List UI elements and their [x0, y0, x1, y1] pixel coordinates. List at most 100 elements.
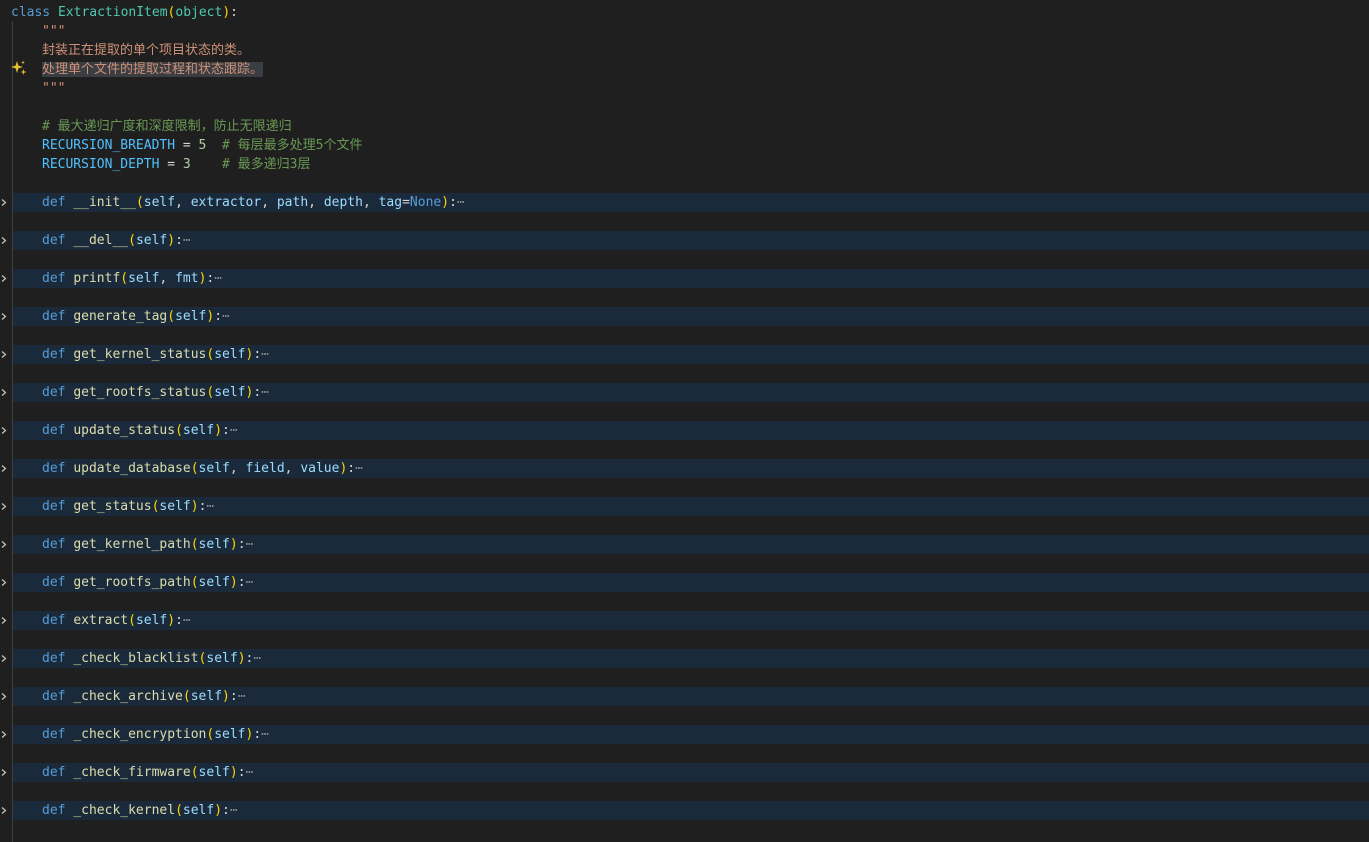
folded-method-line[interactable]: def __init__(self, extractor, path, dept…: [0, 193, 1369, 212]
folded-method-line[interactable]: def update_database(self, field, value):…: [0, 459, 1369, 478]
comma: ,: [284, 461, 301, 476]
folded-method-line[interactable]: def generate_tag(self):⋯: [0, 307, 1369, 326]
parameter: self: [128, 271, 160, 286]
folded-method-line[interactable]: def update_status(self):⋯: [0, 421, 1369, 440]
method-name: _check_archive: [73, 689, 183, 704]
colon: :: [237, 537, 246, 552]
code-line-docstring-1[interactable]: 封装正在提取的单个项目状态的类。: [0, 41, 1369, 60]
chevron-right-icon[interactable]: [0, 459, 8, 478]
method-signature: def __del__(self):⋯: [11, 231, 191, 250]
docstring-line-2: 处理单个文件的提取过程和状态跟踪。: [42, 62, 264, 77]
parameter: self: [159, 499, 191, 514]
fold-ellipsis[interactable]: ⋯: [246, 537, 254, 552]
fold-ellipsis[interactable]: ⋯: [230, 423, 238, 438]
code-line-docstring-close[interactable]: """: [0, 79, 1369, 98]
folded-method-line[interactable]: def _check_firmware(self):⋯: [0, 763, 1369, 782]
comma: ,: [308, 195, 324, 210]
fold-ellipsis[interactable]: ⋯: [246, 575, 254, 590]
method-signature: def printf(self, fmt):⋯: [11, 269, 222, 288]
parameter: extractor: [190, 195, 262, 210]
chevron-right-icon[interactable]: [0, 535, 8, 554]
chevron-right-icon[interactable]: [0, 231, 8, 250]
parameter: self: [214, 727, 246, 742]
code-line-docstring-open[interactable]: """: [0, 22, 1369, 41]
method-name: __del__: [73, 233, 129, 248]
close-paren: ): [222, 689, 230, 704]
open-paren: (: [182, 689, 191, 704]
folded-method-line[interactable]: def _check_blacklist(self):⋯: [0, 649, 1369, 668]
def-keyword: def: [42, 233, 66, 248]
code-line-constant-breadth[interactable]: RECURSION_BREADTH = 5 # 每层最多处理5个文件: [0, 136, 1369, 155]
chevron-right-icon[interactable]: [0, 269, 8, 288]
chevron-right-icon[interactable]: [0, 611, 8, 630]
open-paren: (: [175, 803, 183, 818]
chevron-right-icon[interactable]: [0, 763, 8, 782]
fold-ellipsis[interactable]: ⋯: [261, 347, 269, 362]
fold-ellipsis[interactable]: ⋯: [214, 271, 222, 286]
method-name: update_database: [73, 461, 191, 476]
code-line-constant-depth[interactable]: RECURSION_DEPTH = 3 # 最多递归3层: [0, 155, 1369, 174]
method-name: get_kernel_path: [73, 537, 191, 552]
parameter: depth: [323, 195, 363, 210]
folded-method-line[interactable]: def get_kernel_path(self):⋯: [0, 535, 1369, 554]
folded-method-line[interactable]: def get_status(self):⋯: [0, 497, 1369, 516]
method-name: update_status: [73, 423, 176, 438]
close-paren: ): [237, 651, 246, 666]
parameter: value: [300, 461, 340, 476]
chevron-right-icon[interactable]: [0, 497, 8, 516]
fold-ellipsis[interactable]: ⋯: [253, 651, 261, 666]
method-signature: def _check_kernel(self):⋯: [11, 801, 238, 820]
fold-ellipsis[interactable]: ⋯: [230, 803, 238, 818]
colon: :: [175, 233, 183, 248]
docstring-close: """: [42, 81, 66, 96]
def-keyword: def: [42, 271, 66, 286]
folded-method-line[interactable]: def printf(self, fmt):⋯: [0, 269, 1369, 288]
chevron-right-icon[interactable]: [0, 193, 8, 212]
fold-ellipsis[interactable]: ⋯: [246, 765, 254, 780]
code-editor[interactable]: class ExtractionItem(object): """ 封装正在提取…: [0, 0, 1369, 842]
method-name: get_kernel_status: [73, 347, 207, 362]
folded-method-line[interactable]: def extract(self):⋯: [0, 611, 1369, 630]
chevron-right-icon[interactable]: [0, 421, 8, 440]
fold-ellipsis[interactable]: ⋯: [457, 195, 465, 210]
parameter: self: [175, 309, 207, 324]
folded-method-line[interactable]: def __del__(self):⋯: [0, 231, 1369, 250]
def-keyword: def: [42, 499, 66, 514]
chevron-right-icon[interactable]: [0, 345, 8, 364]
chevron-right-icon[interactable]: [0, 307, 8, 326]
fold-ellipsis[interactable]: ⋯: [183, 233, 191, 248]
fold-ellipsis[interactable]: ⋯: [222, 309, 230, 324]
folded-method-line[interactable]: def get_rootfs_status(self):⋯: [0, 383, 1369, 402]
chevron-right-icon[interactable]: [0, 383, 8, 402]
method-name: _check_firmware: [73, 765, 191, 780]
folded-method-line[interactable]: def _check_encryption(self):⋯: [0, 725, 1369, 744]
class-base: object: [175, 5, 223, 20]
method-signature: def get_kernel_path(self):⋯: [11, 535, 253, 554]
chevron-right-icon[interactable]: [0, 649, 8, 668]
fold-ellipsis[interactable]: ⋯: [261, 385, 269, 400]
method-signature: def extract(self):⋯: [11, 611, 191, 630]
method-signature: def update_status(self):⋯: [11, 421, 238, 440]
docstring-open: """: [42, 24, 66, 39]
colon: :: [229, 689, 238, 704]
chevron-right-icon[interactable]: [0, 573, 8, 592]
folded-method-line[interactable]: def get_kernel_status(self):⋯: [0, 345, 1369, 364]
code-line-class[interactable]: class ExtractionItem(object):: [0, 3, 1369, 22]
open-paren: (: [190, 765, 199, 780]
chevron-right-icon[interactable]: [0, 687, 8, 706]
fold-ellipsis[interactable]: ⋯: [206, 499, 214, 514]
code-line-comment[interactable]: # 最大递归广度和深度限制，防止无限递归: [0, 117, 1369, 136]
folded-method-line[interactable]: def _check_kernel(self):⋯: [0, 801, 1369, 820]
code-line-docstring-2[interactable]: 处理单个文件的提取过程和状态跟踪。: [0, 60, 1369, 79]
def-keyword: def: [42, 461, 66, 476]
fold-ellipsis[interactable]: ⋯: [355, 461, 363, 476]
folded-method-line[interactable]: def get_rootfs_path(self):⋯: [0, 573, 1369, 592]
parameter: self: [198, 537, 230, 552]
fold-ellipsis[interactable]: ⋯: [261, 727, 269, 742]
comma: ,: [159, 271, 176, 286]
fold-ellipsis[interactable]: ⋯: [238, 689, 246, 704]
fold-ellipsis[interactable]: ⋯: [183, 613, 191, 628]
chevron-right-icon[interactable]: [0, 725, 8, 744]
folded-method-line[interactable]: def _check_archive(self):⋯: [0, 687, 1369, 706]
chevron-right-icon[interactable]: [0, 801, 8, 820]
